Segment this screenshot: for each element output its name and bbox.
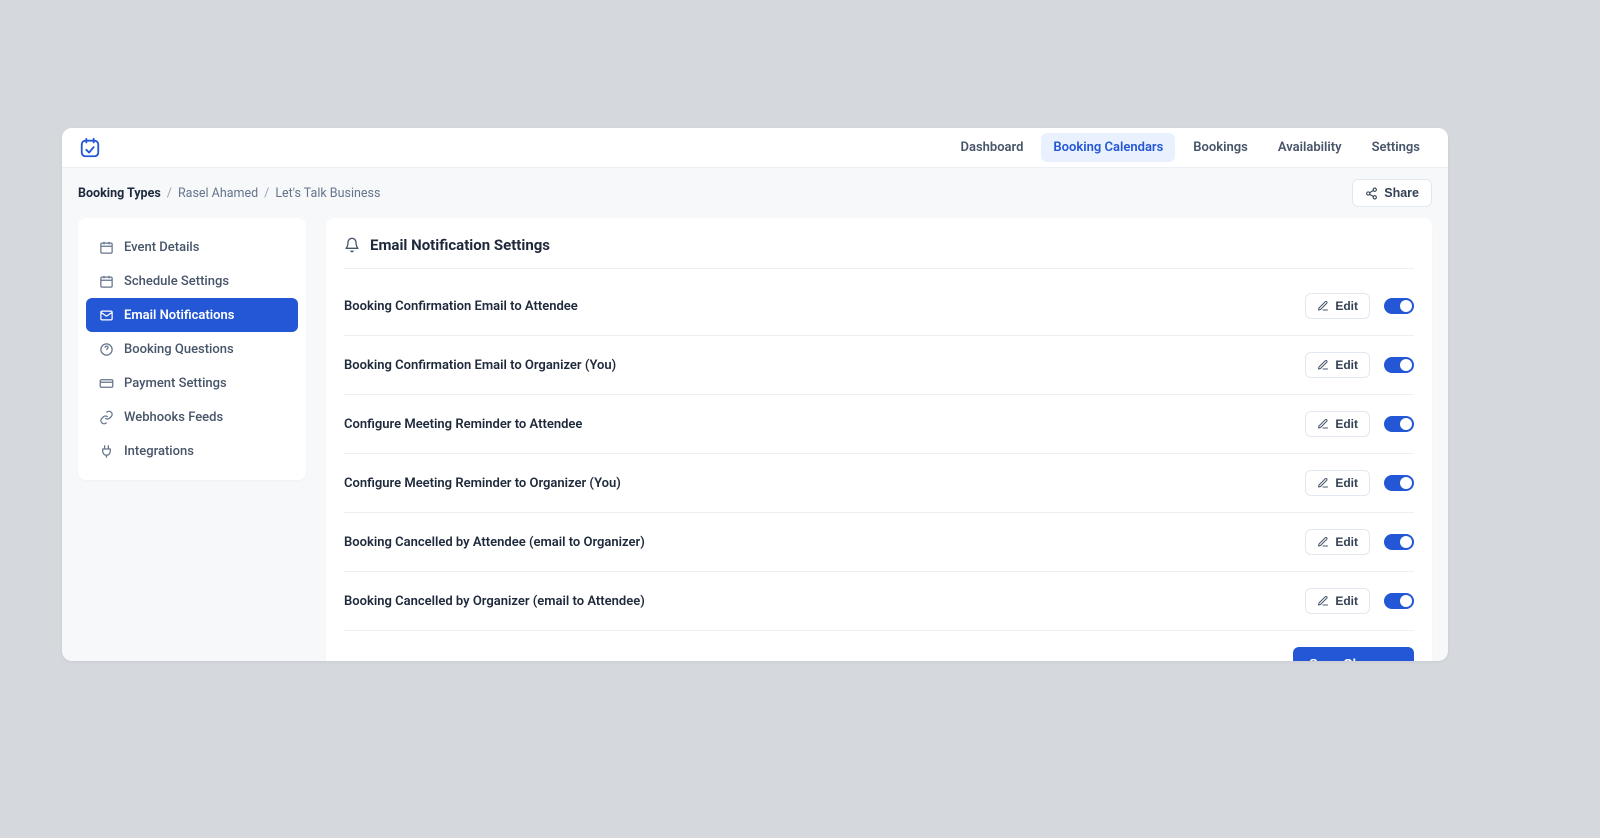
sidebar-item-label: Webhooks Feeds [124,410,223,425]
setting-controls: Edit [1305,352,1414,378]
setting-label: Booking Confirmation Email to Organizer … [344,358,616,373]
sidebar-item-email-notifications[interactable]: Email Notifications [86,298,298,332]
setting-controls: Edit [1305,470,1414,496]
pencil-icon [1317,536,1329,548]
edit-button[interactable]: Edit [1305,588,1370,614]
question-icon [98,341,114,357]
toggle-switch[interactable] [1384,416,1414,432]
setting-controls: Edit [1305,529,1414,555]
setting-label: Configure Meeting Reminder to Organizer … [344,476,621,491]
breadcrumb-separator: / [167,186,172,201]
edit-button[interactable]: Edit [1305,411,1370,437]
sidebar-item-integrations[interactable]: Integrations [86,434,298,468]
pencil-icon [1317,418,1329,430]
sidebar-item-label: Payment Settings [124,376,227,391]
edit-button[interactable]: Edit [1305,293,1370,319]
topnav-booking-calendars[interactable]: Booking Calendars [1041,133,1175,162]
setting-row: Booking Cancelled by Organizer (email to… [344,572,1414,631]
sidebar-item-webhooks-feeds[interactable]: Webhooks Feeds [86,400,298,434]
panel-footer: Save Changes [344,631,1414,661]
sidebar-item-schedule-settings[interactable]: Schedule Settings [86,264,298,298]
edit-button-label: Edit [1335,417,1358,431]
breadcrumb-leaf: Let's Talk Business [275,186,380,201]
main-panel: Email Notification Settings Booking Conf… [326,218,1432,661]
edit-button-label: Edit [1335,476,1358,490]
setting-row: Configure Meeting Reminder to Organizer … [344,454,1414,513]
edit-button[interactable]: Edit [1305,470,1370,496]
edit-button[interactable]: Edit [1305,529,1370,555]
topnav-dashboard[interactable]: Dashboard [949,133,1036,162]
sidebar-item-event-details[interactable]: Event Details [86,230,298,264]
pencil-icon [1317,477,1329,489]
share-icon [1365,187,1378,200]
setting-label: Booking Cancelled by Organizer (email to… [344,594,645,609]
app-logo-icon [78,136,102,160]
sidebar-item-booking-questions[interactable]: Booking Questions [86,332,298,366]
sidebar-item-label: Schedule Settings [124,274,229,289]
topnav-settings[interactable]: Settings [1360,133,1432,162]
sidebar-item-label: Integrations [124,444,194,459]
setting-controls: Edit [1305,293,1414,319]
setting-row: Booking Confirmation Email to Organizer … [344,336,1414,395]
panel-title: Email Notification Settings [370,236,550,254]
sidebar-item-label: Email Notifications [124,308,234,323]
schedule-icon [98,273,114,289]
mail-icon [98,307,114,323]
share-button[interactable]: Share [1352,179,1432,207]
sidebar: Event Details Schedule Settings Email No… [78,218,306,480]
sidebar-item-payment-settings[interactable]: Payment Settings [86,366,298,400]
calendar-icon [98,239,114,255]
sidebar-item-label: Booking Questions [124,342,234,357]
pencil-icon [1317,300,1329,312]
subheader: Booking Types / Rasel Ahamed / Let's Tal… [62,168,1448,218]
app-window: Dashboard Booking Calendars Bookings Ava… [62,128,1448,661]
toggle-switch[interactable] [1384,298,1414,314]
link-icon [98,409,114,425]
setting-label: Configure Meeting Reminder to Attendee [344,417,582,432]
setting-label: Booking Confirmation Email to Attendee [344,299,578,314]
edit-button-label: Edit [1335,594,1358,608]
plug-icon [98,443,114,459]
topnav-bookings[interactable]: Bookings [1181,133,1260,162]
setting-label: Booking Cancelled by Attendee (email to … [344,535,645,550]
topnav-availability[interactable]: Availability [1266,133,1354,162]
setting-row: Configure Meeting Reminder to Attendee Ed… [344,395,1414,454]
edit-button-label: Edit [1335,299,1358,313]
breadcrumb: Booking Types / Rasel Ahamed / Let's Tal… [78,186,380,201]
breadcrumb-separator: / [264,186,269,201]
topbar: Dashboard Booking Calendars Bookings Ava… [62,128,1448,168]
share-button-label: Share [1384,186,1419,200]
settings-list: Booking Confirmation Email to Attendee Ed… [344,277,1414,631]
pencil-icon [1317,359,1329,371]
pencil-icon [1317,595,1329,607]
payment-icon [98,375,114,391]
setting-controls: Edit [1305,588,1414,614]
breadcrumb-root[interactable]: Booking Types [78,186,161,201]
toggle-switch[interactable] [1384,475,1414,491]
toggle-switch[interactable] [1384,534,1414,550]
setting-controls: Edit [1305,411,1414,437]
toggle-switch[interactable] [1384,593,1414,609]
setting-row: Booking Confirmation Email to Attendee Ed… [344,277,1414,336]
topnav: Dashboard Booking Calendars Bookings Ava… [949,133,1433,162]
edit-button[interactable]: Edit [1305,352,1370,378]
setting-row: Booking Cancelled by Attendee (email to … [344,513,1414,572]
panel-header: Email Notification Settings [344,236,1414,269]
save-changes-button[interactable]: Save Changes [1293,647,1414,661]
breadcrumb-mid[interactable]: Rasel Ahamed [178,186,258,201]
body-row: Event Details Schedule Settings Email No… [62,218,1448,661]
sidebar-item-label: Event Details [124,240,199,255]
edit-button-label: Edit [1335,535,1358,549]
edit-button-label: Edit [1335,358,1358,372]
bell-icon [344,237,360,253]
toggle-switch[interactable] [1384,357,1414,373]
